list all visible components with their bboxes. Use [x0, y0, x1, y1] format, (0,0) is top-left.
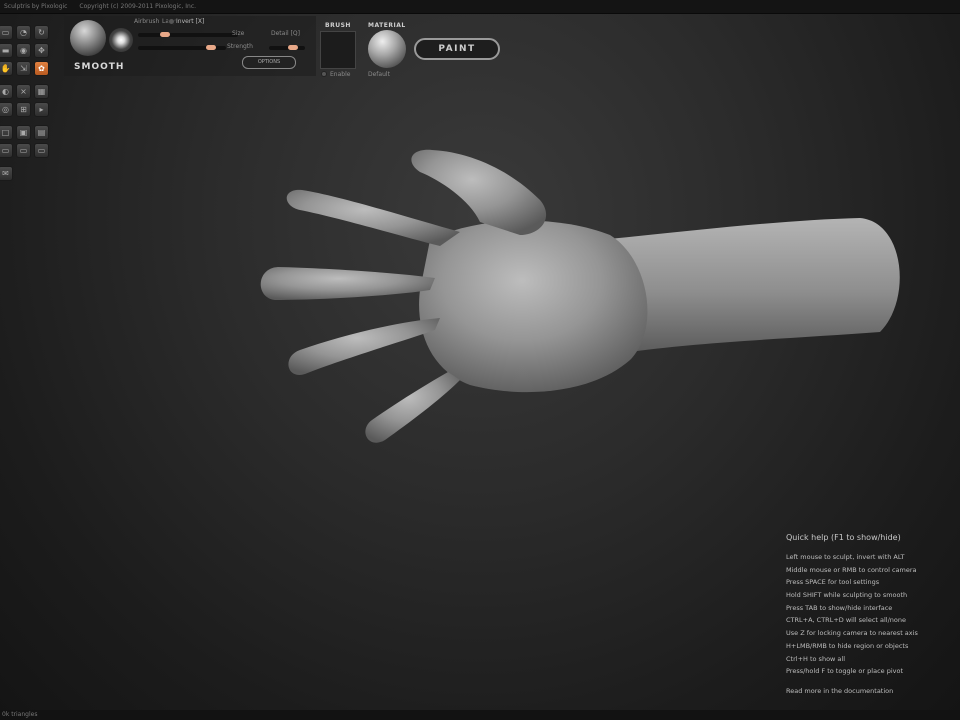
inflate-tool-icon[interactable]: ◉ — [16, 43, 31, 58]
palm[interactable] — [419, 220, 648, 393]
play-icon[interactable]: ▸ — [34, 102, 49, 117]
brush-name: SMOOTH — [74, 62, 125, 72]
strength-slider-knob[interactable] — [288, 45, 298, 50]
sculptris-window: Sculptris by Pixologic Copyright (c) 200… — [0, 0, 960, 720]
new-file-icon[interactable]: □ — [0, 125, 13, 140]
reduce-tool-icon[interactable]: ◎ — [0, 102, 13, 117]
save-file-icon[interactable]: ▤ — [34, 125, 49, 140]
help-line: Press/hold F to toggle or place pivot — [786, 667, 904, 676]
open-file-icon[interactable]: ▣ — [16, 125, 31, 140]
smooth-tool-icon[interactable]: ✿ — [34, 61, 49, 76]
invert-radio[interactable] — [168, 18, 175, 25]
pinky-finger[interactable] — [365, 372, 460, 443]
lazy-slider[interactable] — [138, 33, 238, 37]
brush-texture-swatch[interactable] — [320, 31, 356, 69]
thumb[interactable] — [411, 149, 547, 235]
material-name: Default — [368, 71, 390, 78]
quick-help-panel: Quick help (F1 to show/hide) Left mouse … — [786, 533, 960, 695]
grab-tool-icon[interactable]: ✋ — [0, 61, 13, 76]
detail-label: Detail [Q] — [271, 30, 300, 37]
paint-button[interactable]: PAINT — [414, 38, 500, 60]
help-line: Hold SHIFT while sculpting to smooth — [786, 591, 908, 600]
rotate-tool-icon[interactable]: ↻ — [34, 25, 49, 40]
tool-row: ▭ ◔ ↻ — [0, 25, 56, 40]
ring-finger[interactable] — [288, 318, 440, 375]
brush-settings-panel: SMOOTH Airbrush Lazy Invert [X] Size Det… — [64, 16, 316, 76]
crease-tool-icon[interactable]: ◔ — [16, 25, 31, 40]
symmetry-icon[interactable]: ⨯ — [16, 84, 31, 99]
airbrush-label[interactable]: Airbrush — [134, 18, 159, 25]
help-line: Left mouse to sculpt, invert with ALT — [786, 553, 905, 561]
wireframe-icon[interactable]: ▦ — [34, 84, 49, 99]
strength-label: Strength — [227, 43, 253, 50]
help-line: Middle mouse or RMB to control camera — [786, 565, 917, 574]
help-line: CTRL+A, CTRL+D will select all/none — [786, 616, 907, 625]
help-line: Press TAB to show/hide interface — [786, 603, 893, 612]
tool-row: ◐ ⨯ ▦ — [0, 84, 56, 99]
hand-mesh[interactable] — [260, 149, 900, 443]
export-icon[interactable]: ▭ — [16, 143, 31, 158]
tool-palette: ▭ ◔ ↻ ▬ ◉ ✥ ✋ ⇲ ✿ ◐ ⨯ ▦ ◎ ⊞ ▸ □ ▣ ▤ ▭ ▭ … — [0, 25, 56, 184]
tool-row: □ ▣ ▤ — [0, 125, 56, 140]
flatten-tool-icon[interactable]: ▬ — [0, 43, 13, 58]
enable-checkbox[interactable] — [321, 71, 327, 77]
status-bar — [0, 710, 960, 720]
quick-help-title: Quick help (F1 to show/hide) — [786, 533, 901, 542]
subdivide-icon[interactable]: ⊞ — [16, 102, 31, 117]
size-slider-knob[interactable] — [206, 45, 216, 50]
invert-label[interactable]: Invert [X] — [176, 18, 204, 25]
import-icon[interactable]: ▭ — [0, 143, 13, 158]
size-label: Size — [232, 30, 245, 37]
help-line: Use Z for locking camera to nearest axis — [786, 629, 918, 638]
lazy-slider-knob[interactable] — [160, 32, 170, 37]
material-header: MATERIAL — [368, 22, 406, 29]
tool-row: ▭ ▭ ▭ — [0, 143, 56, 158]
brush-preview[interactable] — [70, 20, 106, 56]
tool-row: ✋ ⇲ ✿ — [0, 61, 56, 76]
tool-row: ◎ ⊞ ▸ — [0, 102, 56, 117]
mail-icon[interactable]: ✉ — [0, 166, 13, 181]
draw-tool-icon[interactable]: ▭ — [0, 25, 13, 40]
documentation-link[interactable]: Read more in the documentation — [786, 687, 960, 695]
help-line: Ctrl+H to show all — [786, 654, 846, 663]
mask-tool-icon[interactable]: ◐ — [0, 84, 13, 99]
triangle-count: 0k triangles — [2, 711, 38, 718]
index-finger[interactable] — [286, 189, 460, 246]
tool-row: ▬ ◉ ✥ — [0, 43, 56, 58]
enable-label[interactable]: Enable — [330, 71, 350, 78]
settings-icon[interactable]: ▭ — [34, 143, 49, 158]
scale-tool-icon[interactable]: ⇲ — [16, 61, 31, 76]
tool-row: ✉ — [0, 166, 56, 181]
material-preview[interactable] — [368, 30, 406, 68]
pinch-tool-icon[interactable]: ✥ — [34, 43, 49, 58]
options-button[interactable]: OPTIONS — [242, 56, 296, 69]
middle-finger[interactable] — [260, 267, 435, 300]
help-line: Press SPACE for tool settings — [786, 578, 880, 587]
brush-header: BRUSH — [325, 22, 351, 29]
falloff-preview[interactable] — [109, 28, 133, 52]
help-line: H+LMB/RMB to hide region or objects — [786, 641, 909, 650]
strength-slider[interactable] — [269, 46, 305, 50]
